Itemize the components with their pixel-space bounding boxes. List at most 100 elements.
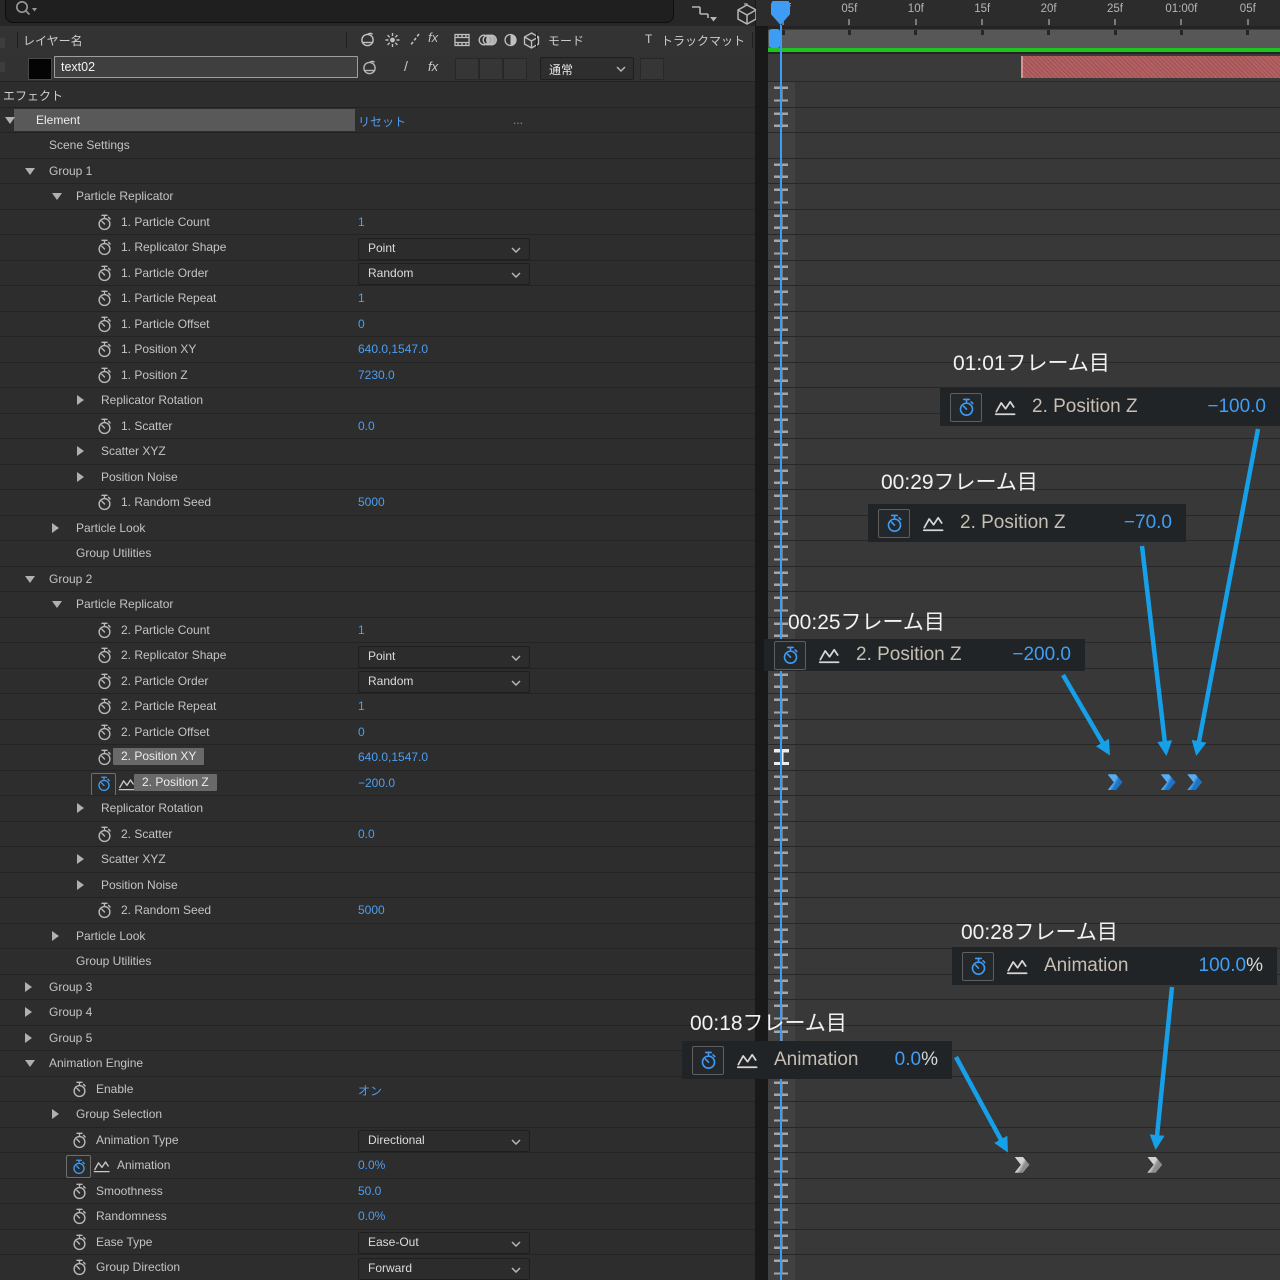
row-enable[interactable]: Enableオン xyxy=(0,1076,1280,1102)
row-1-particle-repeat[interactable]: 1. Particle Repeat1 xyxy=(0,285,1280,311)
property-label[interactable]: 1. Particle Count xyxy=(121,215,210,229)
layer-duration-bar[interactable] xyxy=(1021,56,1280,78)
property-label[interactable]: 1. Random Seed xyxy=(121,495,211,509)
row-2-particle-offset[interactable]: 2. Particle Offset0 xyxy=(0,719,1280,745)
row-smoothness[interactable]: Smoothness 50.0 xyxy=(0,1178,1280,1204)
collapse-transformations-icon[interactable] xyxy=(384,31,401,49)
property-value[interactable]: 1 xyxy=(358,699,365,713)
stopwatch-icon[interactable] xyxy=(97,341,112,361)
group-label[interactable]: Group Utilities xyxy=(76,954,151,968)
row-2-position-z[interactable]: 2. Position Z −200.0 xyxy=(0,770,1280,796)
row-animation-engine[interactable]: Animation Engine xyxy=(0,1050,1280,1076)
property-label[interactable]: Smoothness xyxy=(96,1184,163,1198)
twirl-open-icon[interactable] xyxy=(25,576,35,583)
column-mode[interactable]: モード xyxy=(548,32,584,49)
shy-toggle-icon[interactable] xyxy=(360,59,379,77)
switch-cell[interactable] xyxy=(503,58,527,80)
twirl-closed-icon[interactable] xyxy=(52,931,59,941)
stopwatch-icon[interactable] xyxy=(97,418,112,438)
row-2-scatter[interactable]: 2. Scatter0.0 xyxy=(0,821,1280,847)
group-label[interactable]: Animation Engine xyxy=(49,1056,143,1070)
twirl-closed-icon[interactable] xyxy=(77,803,84,813)
graph-editor-icon[interactable] xyxy=(93,1159,110,1176)
row-2-replicator-shape[interactable]: 2. Replicator ShapePoint xyxy=(0,642,1280,668)
group-label[interactable]: Group 4 xyxy=(49,1005,92,1019)
property-dropdown[interactable]: Random xyxy=(358,263,530,285)
property-value[interactable]: −200.0 xyxy=(358,776,395,790)
property-dropdown[interactable]: Ease-Out xyxy=(358,1232,530,1254)
stopwatch-icon[interactable] xyxy=(97,673,112,693)
twirl-closed-icon[interactable] xyxy=(25,1007,32,1017)
blend-mode-dropdown[interactable]: 通常 xyxy=(540,57,634,80)
twirl-closed-icon[interactable] xyxy=(77,446,84,456)
property-value[interactable]: 7230.0 xyxy=(358,368,395,382)
twirl-closed-icon[interactable] xyxy=(25,982,32,992)
stopwatch-icon[interactable] xyxy=(97,622,112,642)
property-label[interactable]: 2. Particle Repeat xyxy=(121,699,216,713)
quality-toggle-icon[interactable]: / xyxy=(404,58,408,74)
stopwatch-icon[interactable] xyxy=(72,1132,87,1152)
row-group-selection[interactable]: Group Selection xyxy=(0,1101,1280,1127)
row-animation-type[interactable]: Animation TypeDirectional xyxy=(0,1127,1280,1153)
property-value[interactable]: 0 xyxy=(358,317,365,331)
row-2-position-xy[interactable]: 2. Position XY 640.0,1547.0 xyxy=(0,744,1280,770)
row-group-direction[interactable]: Group DirectionForward xyxy=(0,1254,1280,1280)
group-label[interactable]: Group 2 xyxy=(49,572,92,586)
stopwatch-icon[interactable] xyxy=(72,1208,87,1228)
stopwatch-icon[interactable] xyxy=(97,698,112,718)
property-value[interactable]: 50.0 xyxy=(358,1184,381,1198)
group-label[interactable]: Scatter XYZ xyxy=(101,444,166,458)
group-label[interactable]: Scene Settings xyxy=(49,138,130,152)
property-label[interactable]: 2. Position Z xyxy=(134,774,217,791)
twirl-closed-icon[interactable] xyxy=(52,1109,59,1119)
layer-name-field[interactable] xyxy=(54,56,358,78)
row-2-particle-order[interactable]: 2. Particle Order Random xyxy=(0,668,1280,694)
row-group-5[interactable]: Group 5 xyxy=(0,1025,1280,1051)
stopwatch-icon[interactable] xyxy=(97,724,112,744)
property-label[interactable]: Enable xyxy=(96,1082,133,1096)
twirl-open-icon[interactable] xyxy=(52,193,62,200)
work-area-start-handle[interactable] xyxy=(769,29,780,48)
property-label[interactable]: 2. Position XY xyxy=(113,748,204,765)
row-position-noise[interactable]: Position Noise xyxy=(0,872,1280,898)
row-group-utilities[interactable]: Group Utilities xyxy=(0,540,1280,566)
group-label[interactable]: Replicator Rotation xyxy=(101,801,203,815)
twirl-open-icon[interactable] xyxy=(52,601,62,608)
property-label[interactable]: 1. Particle Repeat xyxy=(121,291,216,305)
property-label[interactable]: Ease Type xyxy=(96,1235,152,1249)
twirl-closed-icon[interactable] xyxy=(25,1033,32,1043)
graph-editor-icon[interactable] xyxy=(118,777,135,794)
effect-reset-link[interactable]: リセット xyxy=(358,113,406,130)
row-2-particle-repeat[interactable]: 2. Particle Repeat 1 xyxy=(0,693,1280,719)
property-label[interactable]: Animation Type xyxy=(96,1133,179,1147)
work-area-bar[interactable] xyxy=(768,29,1280,49)
property-value[interactable]: 640.0,1547.0 xyxy=(358,750,428,764)
property-value[interactable]: 640.0,1547.0 xyxy=(358,342,428,356)
column-t[interactable]: T xyxy=(645,32,652,46)
property-dropdown[interactable]: Random xyxy=(358,671,530,693)
search-input[interactable] xyxy=(5,0,674,23)
adjustment-layer-icon[interactable] xyxy=(502,31,519,49)
property-dropdown[interactable]: Point xyxy=(358,646,530,668)
column-layer-name[interactable]: レイヤー名 xyxy=(23,32,83,49)
twirl-closed-icon[interactable] xyxy=(52,523,59,533)
group-label[interactable]: Replicator Rotation xyxy=(101,393,203,407)
stopwatch-icon[interactable] xyxy=(72,1234,87,1254)
group-label[interactable]: Group Selection xyxy=(76,1107,162,1121)
stopwatch-active-icon[interactable] xyxy=(91,773,116,796)
property-label[interactable]: 2. Particle Count xyxy=(121,623,210,637)
property-label[interactable]: 2. Particle Order xyxy=(121,674,208,688)
property-label[interactable]: 1. Replicator Shape xyxy=(121,240,226,254)
group-label[interactable]: Group Utilities xyxy=(76,546,151,560)
group-label[interactable]: Particle Look xyxy=(76,929,145,943)
property-dropdown[interactable]: Point xyxy=(358,238,530,260)
group-label[interactable]: Position Noise xyxy=(101,878,178,892)
row-element[interactable]: Elementリセット... xyxy=(0,107,1280,133)
twirl-closed-icon[interactable] xyxy=(77,395,84,405)
twirl-closed-icon[interactable] xyxy=(77,472,84,482)
property-value[interactable]: 1 xyxy=(358,215,365,229)
row-group-2[interactable]: Group 2 xyxy=(0,566,1280,592)
twirl-open-icon[interactable] xyxy=(5,117,15,124)
row-replicator-rotation[interactable]: Replicator Rotation xyxy=(0,795,1280,821)
row-group-4[interactable]: Group 4 xyxy=(0,999,1280,1025)
